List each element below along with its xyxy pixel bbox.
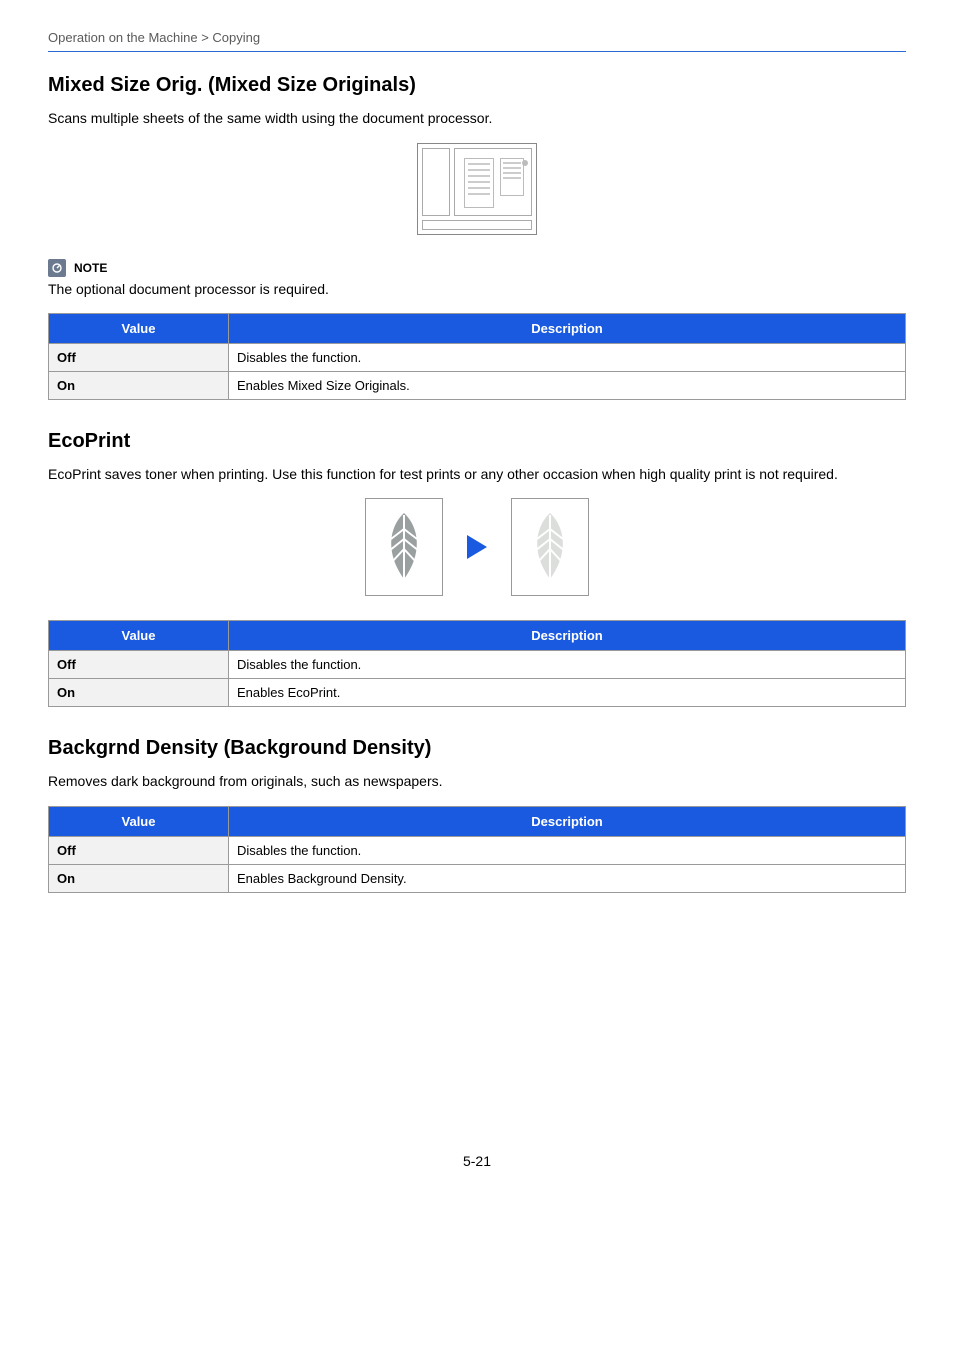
- table-row: On Enables Mixed Size Originals.: [49, 371, 906, 399]
- section-intro-eco: EcoPrint saves toner when printing. Use …: [48, 465, 906, 485]
- table-row: On Enables Background Density.: [49, 864, 906, 892]
- cell-key: Off: [49, 651, 229, 679]
- table-head-desc: Description: [229, 621, 906, 651]
- cell-key: On: [49, 371, 229, 399]
- note-text: The optional document processor is requi…: [48, 281, 906, 297]
- leaf-dark-illustration: [365, 498, 443, 596]
- cell-val: Enables EcoPrint.: [229, 679, 906, 707]
- table-row: Off Disables the function.: [49, 651, 906, 679]
- table-head-value: Value: [49, 806, 229, 836]
- note-header: NOTE: [48, 259, 906, 277]
- cell-key: On: [49, 864, 229, 892]
- section-intro-mixed: Scans multiple sheets of the same width …: [48, 109, 906, 129]
- table-head-desc: Description: [229, 806, 906, 836]
- section-heading-bg: Backgrnd Density (Background Density): [48, 737, 906, 760]
- cell-val: Enables Mixed Size Originals.: [229, 371, 906, 399]
- table-head-value: Value: [49, 621, 229, 651]
- figure-scanner: [48, 143, 906, 235]
- breadcrumb: Operation on the Machine > Copying: [48, 30, 906, 51]
- table-row: Off Disables the function.: [49, 836, 906, 864]
- figure-ecoprint: [48, 498, 906, 596]
- header-divider: [48, 51, 906, 52]
- cell-val: Disables the function.: [229, 651, 906, 679]
- note-icon: [48, 259, 66, 277]
- document-page: Operation on the Machine > Copying Mixed…: [0, 0, 954, 1209]
- cell-val: Disables the function.: [229, 343, 906, 371]
- table-row: Off Disables the function.: [49, 343, 906, 371]
- section-heading-mixed: Mixed Size Orig. (Mixed Size Originals): [48, 74, 906, 97]
- leaf-light-illustration: [511, 498, 589, 596]
- cell-key: Off: [49, 836, 229, 864]
- table-eco: Value Description Off Disables the funct…: [48, 620, 906, 707]
- cell-val: Disables the function.: [229, 836, 906, 864]
- table-row: On Enables EcoPrint.: [49, 679, 906, 707]
- cell-val: Enables Background Density.: [229, 864, 906, 892]
- note-label: NOTE: [74, 261, 107, 275]
- table-head-desc: Description: [229, 313, 906, 343]
- table-mixed: Value Description Off Disables the funct…: [48, 313, 906, 400]
- cell-key: On: [49, 679, 229, 707]
- arrow-right-icon: [467, 535, 487, 559]
- page-number: 5-21: [48, 1153, 906, 1169]
- section-intro-bg: Removes dark background from originals, …: [48, 772, 906, 792]
- scanner-illustration: [417, 143, 537, 235]
- table-head-value: Value: [49, 313, 229, 343]
- table-bg: Value Description Off Disables the funct…: [48, 806, 906, 893]
- section-heading-eco: EcoPrint: [48, 430, 906, 453]
- cell-key: Off: [49, 343, 229, 371]
